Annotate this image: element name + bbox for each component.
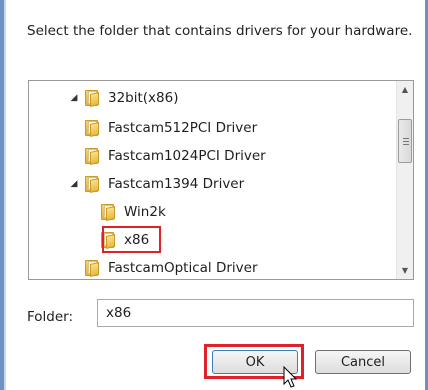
tree-item-label: 32bit(x86) [108, 90, 179, 106]
folder-field-label: Folder: [27, 309, 74, 325]
folder-icon [84, 148, 102, 165]
select-folder-dialog: Select the folder that contains drivers … [0, 0, 428, 390]
tree-item-label: FastcamOptical Driver [108, 260, 258, 276]
folder-icon [84, 120, 102, 137]
folder-input[interactable] [97, 299, 414, 327]
tree-item-32bit-x86[interactable]: ◢ 32bit(x86) [67, 85, 179, 111]
tree-item-label: Fastcam512PCI Driver [108, 120, 258, 136]
tree-item-label: Fastcam1024PCI Driver [108, 148, 266, 164]
instruction-text: Select the folder that contains drivers … [27, 23, 413, 39]
mouse-pointer-icon [283, 366, 298, 388]
tree-item-fastcamoptical[interactable]: FastcamOptical Driver [81, 255, 258, 279]
folder-icon [84, 90, 102, 107]
window-frame-left-inner [4, 0, 6, 390]
selected-item-highlight [102, 226, 161, 253]
tree-item-fastcam512pci[interactable]: Fastcam512PCI Driver [81, 115, 257, 141]
folder-icon [100, 204, 118, 221]
tree-item-label: Fastcam1394 Driver [108, 176, 245, 192]
tree-item-fastcam1024pci[interactable]: Fastcam1024PCI Driver [81, 143, 266, 169]
scroll-thumb[interactable] [398, 119, 412, 163]
collapse-arrow-icon[interactable]: ◢ [67, 85, 81, 111]
scroll-up-arrow-icon[interactable]: ▲ [397, 81, 413, 98]
folder-tree[interactable]: ◢ 32bit(x86) Fastcam512PCI Driver Fastca… [28, 80, 414, 280]
tree-item-label: Win2k [124, 204, 166, 220]
tree-item-win2k[interactable]: Win2k [97, 199, 166, 225]
tree-item-fastcam1394[interactable]: ◢ Fastcam1394 Driver [67, 171, 244, 197]
collapse-arrow-icon[interactable]: ◢ [67, 171, 81, 197]
scroll-down-arrow-icon[interactable]: ▼ [397, 262, 413, 279]
folder-icon [84, 176, 102, 193]
folder-icon [84, 260, 102, 277]
tree-vertical-scrollbar[interactable]: ▲ ▼ [396, 81, 413, 279]
cancel-button[interactable]: Cancel [315, 350, 411, 374]
